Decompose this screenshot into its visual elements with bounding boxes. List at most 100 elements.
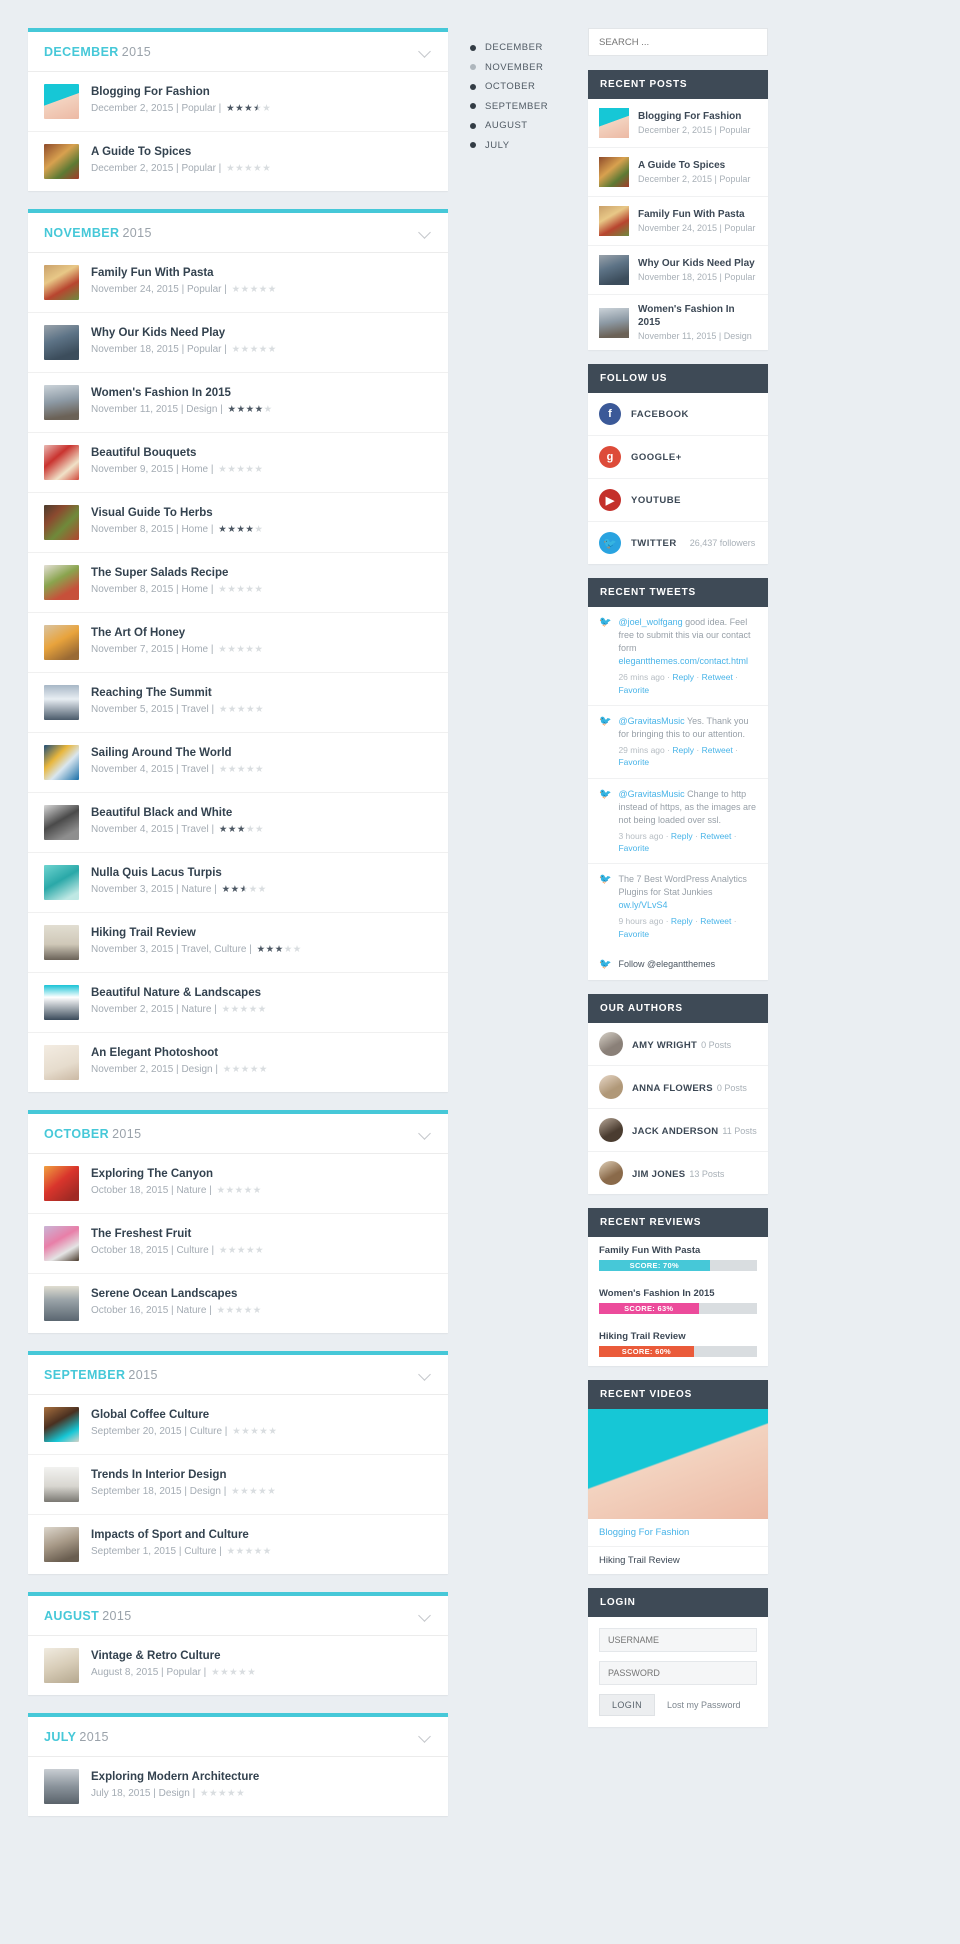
post-title[interactable]: Hiking Trail Review [91, 926, 302, 940]
author-row[interactable]: JACK ANDERSON 11 Posts [588, 1109, 768, 1153]
post-title[interactable]: A Guide To Spices [91, 145, 271, 159]
tweet-retweet-action[interactable]: Retweet [700, 916, 731, 926]
recent-post-title[interactable]: Family Fun With Pasta [638, 209, 755, 222]
month-header-toggle[interactable]: OCTOBER 2015 [28, 1114, 448, 1154]
post-row[interactable]: Serene Ocean Landscapes October 16, 2015 … [28, 1274, 448, 1333]
month-header-toggle[interactable]: NOVEMBER 2015 [28, 213, 448, 253]
video-link[interactable]: Hiking Trail Review [588, 1547, 768, 1574]
tweet-retweet-action[interactable]: Retweet [702, 672, 733, 682]
post-row[interactable]: Vintage & Retro Culture August 8, 2015 | … [28, 1636, 448, 1695]
post-row[interactable]: Reaching The Summit November 5, 2015 | Tr… [28, 673, 448, 733]
recent-post-row[interactable]: A Guide To Spices December 2, 2015 | Popu… [588, 148, 768, 197]
author-name[interactable]: JIM JONES [632, 1169, 685, 1180]
post-row[interactable]: An Elegant Photoshoot November 2, 2015 | … [28, 1033, 448, 1092]
month-nav-item[interactable]: DECEMBER [470, 38, 573, 58]
post-title[interactable]: Sailing Around The World [91, 746, 264, 760]
post-title[interactable]: Women's Fashion In 2015 [91, 386, 273, 400]
month-nav-item[interactable]: SEPTEMBER [470, 97, 573, 117]
month-nav-item[interactable]: JULY [470, 136, 573, 156]
post-row[interactable]: Global Coffee Culture September 20, 2015 … [28, 1395, 448, 1455]
post-title[interactable]: Why Our Kids Need Play [91, 326, 277, 340]
search-input[interactable] [588, 28, 768, 56]
post-row[interactable]: Women's Fashion In 2015 November 11, 2015… [28, 373, 448, 433]
follow-row[interactable]: f FACEBOOK [588, 393, 768, 436]
chevron-down-icon[interactable] [420, 46, 432, 58]
recent-post-row[interactable]: Why Our Kids Need Play November 18, 2015 … [588, 246, 768, 295]
post-title[interactable]: The Super Salads Recipe [91, 566, 263, 580]
post-title[interactable]: The Art Of Honey [91, 626, 263, 640]
post-title[interactable]: Vintage & Retro Culture [91, 1649, 256, 1663]
login-button[interactable]: LOGIN [599, 1694, 656, 1717]
password-field[interactable] [599, 1661, 757, 1686]
review-title[interactable]: Women's Fashion In 2015 [599, 1288, 757, 1299]
chevron-down-icon[interactable] [420, 1128, 432, 1140]
tweet-favorite-action[interactable]: Favorite [618, 757, 649, 767]
chevron-down-icon[interactable] [420, 227, 432, 239]
month-nav-label[interactable]: AUGUST [485, 120, 528, 131]
author-row[interactable]: AMY WRIGHT 0 Posts [588, 1023, 768, 1067]
tweet-link[interactable]: elegantthemes.com/contact.html [618, 656, 748, 666]
month-header-toggle[interactable]: SEPTEMBER 2015 [28, 1355, 448, 1395]
month-nav-item[interactable]: AUGUST [470, 116, 573, 136]
video-link[interactable]: Blogging For Fashion [588, 1519, 768, 1548]
post-row[interactable]: Exploring The Canyon October 18, 2015 | N… [28, 1154, 448, 1214]
post-title[interactable]: Serene Ocean Landscapes [91, 1287, 262, 1301]
tweet-reply-action[interactable]: Reply [672, 672, 694, 682]
tweet-favorite-action[interactable]: Favorite [618, 929, 649, 939]
post-row[interactable]: The Freshest Fruit October 18, 2015 | Cul… [28, 1214, 448, 1274]
post-title[interactable]: An Elegant Photoshoot [91, 1046, 268, 1060]
post-row[interactable]: Nulla Quis Lacus Turpis November 3, 2015 … [28, 853, 448, 913]
post-row[interactable]: Exploring Modern Architecture July 18, 20… [28, 1757, 448, 1816]
post-row[interactable]: Beautiful Nature & Landscapes November 2,… [28, 973, 448, 1033]
post-row[interactable]: Family Fun With Pasta November 24, 2015 |… [28, 253, 448, 313]
follow-network-name[interactable]: TWITTER [631, 538, 677, 549]
post-title[interactable]: Blogging For Fashion [91, 85, 271, 99]
review-title[interactable]: Hiking Trail Review [599, 1331, 757, 1342]
follow-row[interactable]: 🐦 TWITTER 26,437 followers [588, 522, 768, 564]
post-row[interactable]: Visual Guide To Herbs November 8, 2015 | … [28, 493, 448, 553]
tweet-favorite-action[interactable]: Favorite [618, 685, 649, 695]
post-row[interactable]: Beautiful Black and White November 4, 201… [28, 793, 448, 853]
month-header-toggle[interactable]: AUGUST 2015 [28, 1596, 448, 1636]
post-title[interactable]: Global Coffee Culture [91, 1408, 277, 1422]
month-nav-label[interactable]: SEPTEMBER [485, 101, 548, 112]
month-nav-label[interactable]: OCTOBER [485, 81, 535, 92]
post-title[interactable]: Visual Guide To Herbs [91, 506, 263, 520]
post-row[interactable]: The Super Salads Recipe November 8, 2015 … [28, 553, 448, 613]
chevron-down-icon[interactable] [420, 1731, 432, 1743]
tweet-handle[interactable]: @GravitasMusic [618, 716, 684, 726]
post-title[interactable]: Beautiful Nature & Landscapes [91, 986, 267, 1000]
follow-network-name[interactable]: FACEBOOK [631, 409, 689, 420]
recent-post-title[interactable]: Women's Fashion In 2015 [638, 304, 757, 329]
post-row[interactable]: Why Our Kids Need Play November 18, 2015 … [28, 313, 448, 373]
post-title[interactable]: The Freshest Fruit [91, 1227, 264, 1241]
author-name[interactable]: ANNA FLOWERS [632, 1083, 713, 1094]
post-title[interactable]: Beautiful Black and White [91, 806, 264, 820]
chevron-down-icon[interactable] [420, 1369, 432, 1381]
tweet-retweet-action[interactable]: Retweet [700, 831, 731, 841]
author-row[interactable]: JIM JONES 13 Posts [588, 1152, 768, 1194]
tweet-reply-action[interactable]: Reply [672, 745, 694, 755]
post-title[interactable]: Exploring The Canyon [91, 1167, 262, 1181]
post-title[interactable]: Nulla Quis Lacus Turpis [91, 866, 267, 880]
post-row[interactable]: The Art Of Honey November 7, 2015 | Home … [28, 613, 448, 673]
post-row[interactable]: Sailing Around The World November 4, 2015… [28, 733, 448, 793]
month-header-toggle[interactable]: JULY 2015 [28, 1717, 448, 1757]
month-nav-label[interactable]: DECEMBER [485, 42, 543, 53]
review-title[interactable]: Family Fun With Pasta [599, 1245, 757, 1256]
tweet-favorite-action[interactable]: Favorite [618, 843, 649, 853]
chevron-down-icon[interactable] [420, 1610, 432, 1622]
post-title[interactable]: Exploring Modern Architecture [91, 1770, 259, 1784]
post-row[interactable]: Impacts of Sport and Culture September 1,… [28, 1515, 448, 1574]
month-header-toggle[interactable]: DECEMBER 2015 [28, 32, 448, 72]
post-row[interactable]: Trends In Interior Design September 18, 2… [28, 1455, 448, 1515]
author-name[interactable]: AMY WRIGHT [632, 1040, 697, 1051]
post-row[interactable]: A Guide To Spices December 2, 2015 | Popu… [28, 132, 448, 191]
tweet-reply-action[interactable]: Reply [671, 831, 693, 841]
month-nav-item[interactable]: NOVEMBER [470, 58, 573, 78]
tweet-reply-action[interactable]: Reply [671, 916, 693, 926]
follow-elegantthemes-row[interactable]: 🐦 Follow @elegantthemes [588, 949, 768, 980]
post-title[interactable]: Beautiful Bouquets [91, 446, 263, 460]
tweet-handle[interactable]: @joel_wolfgang [618, 617, 682, 627]
post-row[interactable]: Hiking Trail Review November 3, 2015 | Tr… [28, 913, 448, 973]
